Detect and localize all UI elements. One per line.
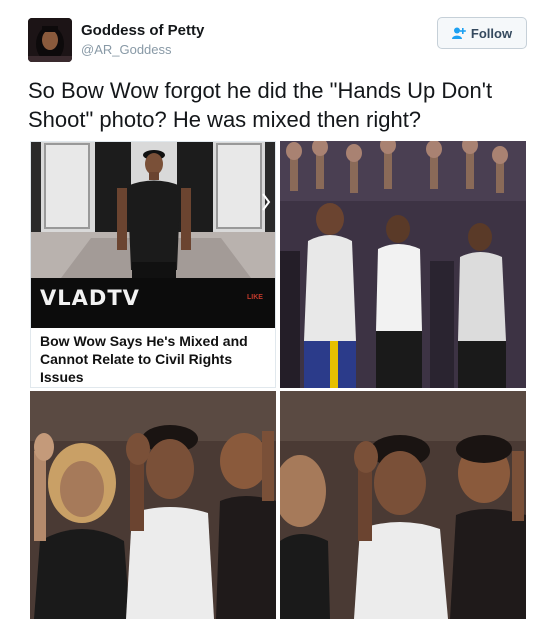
display-name[interactable]: Goddess of Petty [81,22,204,39]
add-user-icon [451,27,466,39]
follow-button[interactable]: Follow [437,17,527,49]
crowd-photo-bottom-left[interactable] [30,391,276,619]
article-card-image[interactable]: VLADTV LIKE Bow Wow Says He's Mixed and … [30,141,276,388]
crowd-image [280,141,526,388]
crowd-closeup-image [30,391,276,619]
crowd-closeup-image-2 [280,391,526,619]
media-grid: VLADTV LIKE Bow Wow Says He's Mixed and … [30,141,526,619]
avatar-image [28,18,72,62]
article-photo [31,142,275,278]
tweet-text: So Bow Wow forgot he did the "Hands Up D… [28,78,493,132]
user-handle[interactable]: @AR_Goddess [81,42,172,57]
crowd-photo-top-right[interactable] [280,141,526,388]
crowd-photo-bottom-right[interactable] [280,391,526,619]
article-headline: Bow Wow Says He's Mixed and Cannot Relat… [40,333,248,385]
follow-label: Follow [470,25,513,41]
vladtv-logo: VLADTV [40,286,140,310]
avatar[interactable] [28,18,72,62]
like-label: LIKE [247,294,263,301]
